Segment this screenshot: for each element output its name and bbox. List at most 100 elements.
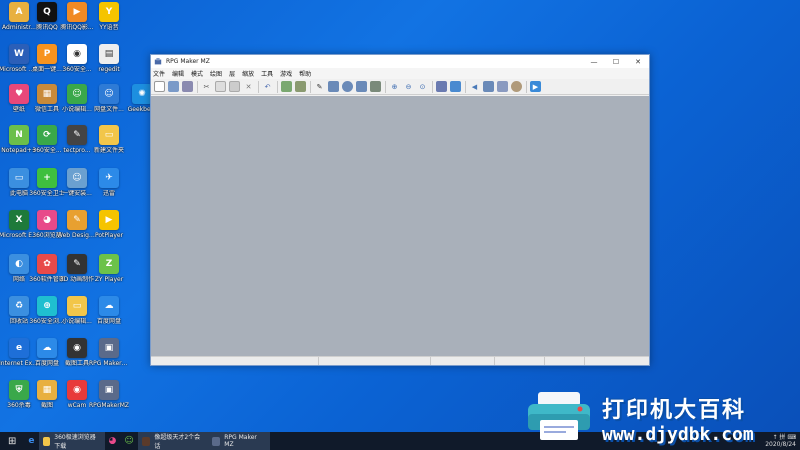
desktop-app-icon: W [9,44,29,64]
menu-scale[interactable]: 缩放 [242,69,254,78]
desktop-icon[interactable]: ▦ 截图 [30,380,64,416]
desktop-app-icon: X [9,210,29,230]
menu-game[interactable]: 游戏 [280,69,292,78]
desktop-icon-label: 迅雷 [102,190,115,197]
menu-bar: 文件 编辑 模式 绘图 层 缩放 工具 游戏 帮助 [151,68,649,79]
desktop-icon[interactable]: +360安全卫士 [29,168,65,204]
desktop-icon[interactable]: ◉ 360安全... [60,44,94,80]
start-button[interactable]: ⊞ [0,432,24,450]
desktop-icon[interactable]: ✎Web Design 网页设计 [57,210,97,246]
menu-help[interactable]: 帮助 [299,69,311,78]
desktop-icon[interactable]: ⟳ 360安全... [30,125,64,161]
desktop-icon[interactable]: ☺ 一键安装... [60,168,94,204]
desktop-icon[interactable]: ▭ 小说编辑... [60,296,94,332]
delete-icon[interactable]: ✕ [243,81,254,92]
desktop-icon[interactable]: P 桌面一键... [30,44,64,80]
desktop-icon-label: regedit [98,66,120,73]
menu-layer[interactable]: 层 [229,69,235,78]
desktop-icon[interactable]: Y YY语音 [92,2,126,38]
open-project-icon[interactable] [168,81,179,92]
maximize-button[interactable]: ☐ [605,58,627,66]
undo-icon[interactable]: ↶ [262,81,273,92]
status-segment [495,357,545,365]
title-bar[interactable]: RPG Maker MZ — ☐ ✕ [151,55,649,68]
shadow-pen-icon[interactable] [370,81,381,92]
event-mode-icon[interactable] [295,81,306,92]
cut-icon[interactable]: ✂ [201,81,212,92]
app-window[interactable]: RPG Maker MZ — ☐ ✕ 文件 编辑 模式 绘图 层 缩放 工具 游… [150,54,650,366]
desktop-app-icon: e [9,338,29,358]
resource-manager-icon[interactable] [497,81,508,92]
desktop-icon[interactable]: ✎ tectpro... [60,125,94,161]
desktop-icon[interactable]: ▤ regedit [92,44,126,80]
desktop-icon[interactable]: ☺ 网盘文件... [92,84,126,120]
database-icon[interactable] [436,81,447,92]
desktop-icon[interactable]: ▣ RPGMakerMZ [89,380,129,416]
flood-fill-icon[interactable] [356,81,367,92]
desktop-icon[interactable]: ☺ 小说编辑... [60,84,94,120]
ie-taskbar-icon[interactable]: e [24,432,38,450]
rectangle-icon[interactable] [328,81,339,92]
paste-icon[interactable] [229,81,240,92]
desktop-icon[interactable]: ▭ 新建文件夹 [92,125,126,161]
desktop-icon[interactable]: ▦ 微信工具 [30,84,64,120]
desktop-icon[interactable]: ▶ PotPlayer [92,210,126,246]
plugin-manager-icon[interactable] [450,81,461,92]
ellipse-icon[interactable] [342,81,353,92]
zoom-in-icon[interactable]: ⊕ [389,81,400,92]
desktop-icon-label: 新建文件夹 [93,147,124,154]
toolbar-separator [310,80,311,93]
desktop-app-icon: ▤ [99,44,119,64]
menu-edit[interactable]: 编辑 [172,69,184,78]
desktop-icon-label: RPGMakerMZ [89,402,129,409]
desktop-icon[interactable]: ☁ 百度网盘 [30,338,64,374]
desktop-icon[interactable]: ☁ 百度网盘 [92,296,126,332]
desktop-app-icon: Y [99,2,119,22]
save-project-icon[interactable] [182,81,193,92]
desktop-icon[interactable]: ▶ 腾讯QQ影... [60,2,94,38]
desktop-app-icon: ✎ [67,125,87,145]
desktop-icon[interactable]: Z ZY Player [92,254,126,290]
taskbar-button-browser[interactable]: 360极速浏览器下载 [38,432,105,450]
event-searcher-icon[interactable] [483,81,494,92]
desktop-icon[interactable]: ✈ 迅雷 [92,168,126,204]
desktop-icon[interactable]: ◉ wCam [60,380,94,416]
new-project-icon[interactable] [154,81,165,92]
copy-icon[interactable] [215,81,226,92]
desktop-icon[interactable]: ⊕ 360安全浏... [29,296,65,332]
360-taskbar-icon[interactable]: ◕ [105,432,121,450]
desktop-icon[interactable]: ◕ 360浏览器 [30,210,64,246]
menu-mode[interactable]: 模式 [191,69,203,78]
pencil-icon[interactable]: ✎ [314,81,325,92]
minimize-button[interactable]: — [583,58,605,66]
desktop-app-icon: ✈ [99,168,119,188]
zoom-out-icon[interactable]: ⊖ [403,81,414,92]
desktop-app-icon: ☺ [99,84,119,104]
menu-file[interactable]: 文件 [153,69,165,78]
desktop-app-icon: + [37,168,57,188]
desktop-icon[interactable]: Q 腾讯QQ [30,2,64,38]
menu-draw[interactable]: 绘图 [210,69,222,78]
sound-test-icon[interactable]: ◀ [469,81,480,92]
map-mode-icon[interactable] [281,81,292,92]
editor-workspace[interactable] [151,96,649,356]
desktop-icon[interactable]: ▣ RPG Maker ... [89,338,129,374]
wechat-taskbar-icon[interactable]: ☺ [120,432,137,450]
rpg-maker-icon [211,436,221,446]
close-button[interactable]: ✕ [627,58,649,66]
desktop-icon[interactable]: ◉ 截图工具 [60,338,94,374]
desktop-app-icon: ▶ [99,210,119,230]
desktop-app-icon: ⟳ [37,125,57,145]
menu-tools[interactable]: 工具 [261,69,273,78]
desktop-icon[interactable]: ✎ 3D 动画制作 [60,254,94,290]
character-generator-icon[interactable] [511,81,522,92]
zoom-actual-icon[interactable]: ⊙ [417,81,428,92]
taskbar-button-rpg-maker[interactable]: RPG Maker MZ [207,432,270,450]
status-segment [545,357,585,365]
toolbar-separator [258,80,259,93]
taskbar-button-label: 像超级天才2个会话 [154,434,201,450]
desktop-icon[interactable]: ✿ 360软件管家 [29,254,65,290]
playtest-icon[interactable]: ▶ [530,81,541,92]
desktop-app-icon: ◉ [67,338,87,358]
taskbar-button-session[interactable]: 像超级天才2个会话 [137,432,208,450]
